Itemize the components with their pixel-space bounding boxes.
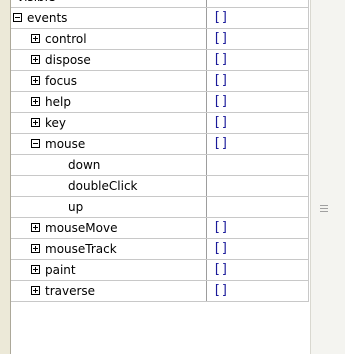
property-name-label: events [27, 11, 68, 25]
property-name-label: help [45, 95, 71, 109]
property-value-cell[interactable]: [] [207, 134, 309, 154]
property-name-cell[interactable]: doubleClick [11, 176, 207, 196]
property-name-cell[interactable]: events [11, 8, 207, 28]
property-row-focus[interactable]: focus [] [11, 71, 309, 92]
property-name-cell[interactable]: up [11, 197, 207, 217]
property-name-label: control [45, 32, 87, 46]
collapse-minus-icon[interactable] [31, 139, 40, 148]
property-row-paint[interactable]: paint [] [11, 260, 309, 281]
property-name-label: mouse [45, 137, 86, 151]
property-name-label: visible [17, 0, 55, 7]
expand-plus-icon[interactable] [31, 34, 40, 43]
property-row-traverse[interactable]: traverse [] [11, 281, 309, 302]
property-row-up[interactable]: up [11, 197, 309, 218]
property-row-mouse[interactable]: mouse [] [11, 134, 309, 155]
property-name-cell[interactable]: mouseMove [11, 218, 207, 238]
expand-plus-icon[interactable] [31, 265, 40, 274]
property-name-cell[interactable]: focus [11, 71, 207, 91]
property-name-label: doubleClick [68, 179, 138, 193]
property-row-key[interactable]: key [] [11, 113, 309, 134]
property-name-cell[interactable]: paint [11, 260, 207, 280]
property-name-label: key [45, 116, 67, 130]
property-value-cell[interactable] [207, 176, 309, 196]
property-row-mousetrack[interactable]: mouseTrack [] [11, 239, 309, 260]
expand-plus-icon[interactable] [31, 244, 40, 253]
property-value-cell[interactable]: [] [207, 50, 309, 70]
property-value-cell[interactable] [207, 155, 309, 175]
expand-plus-icon[interactable] [31, 223, 40, 232]
expand-plus-icon[interactable] [31, 118, 40, 127]
property-value-cell[interactable]: [] [207, 218, 309, 238]
expand-plus-icon[interactable] [31, 286, 40, 295]
property-value-cell[interactable]: [] [207, 71, 309, 91]
scrollbar-grip-icon[interactable] [320, 205, 328, 214]
property-name-label: dispose [45, 53, 91, 67]
property-name-cell[interactable]: control [11, 29, 207, 49]
property-row-control[interactable]: control [] [11, 29, 309, 50]
property-name-cell[interactable]: help [11, 92, 207, 112]
property-name-cell[interactable]: mouse [11, 134, 207, 154]
property-value-cell[interactable]: [] [207, 260, 309, 280]
property-name-label: traverse [45, 284, 96, 298]
property-name-label: up [68, 200, 84, 214]
property-row-events[interactable]: events [] [11, 8, 309, 29]
property-value-cell[interactable]: [] [207, 92, 309, 112]
expand-plus-icon[interactable] [31, 55, 40, 64]
property-value-cell[interactable]: [] [207, 239, 309, 259]
property-value-cell[interactable]: true [207, 0, 309, 7]
property-name-label: paint [45, 263, 76, 277]
vertical-scrollbar[interactable] [310, 0, 345, 354]
property-name-label: focus [45, 74, 78, 88]
property-value-cell[interactable]: [] [207, 8, 309, 28]
collapse-minus-icon[interactable] [13, 13, 22, 22]
property-row-doubleclick[interactable]: doubleClick [11, 176, 309, 197]
property-name-label: mouseMove [45, 221, 118, 235]
property-row-dispose[interactable]: dispose [] [11, 50, 309, 71]
property-name-cell[interactable]: down [11, 155, 207, 175]
property-name-label: mouseTrack [45, 242, 117, 256]
property-row-mousemove[interactable]: mouseMove [] [11, 218, 309, 239]
property-name-cell[interactable]: key [11, 113, 207, 133]
window-frame-edge [0, 0, 11, 354]
property-name-cell[interactable]: mouseTrack [11, 239, 207, 259]
property-value-cell[interactable] [207, 197, 309, 217]
property-row-help[interactable]: help [] [11, 92, 309, 113]
property-value-cell[interactable]: [] [207, 113, 309, 133]
expand-plus-icon[interactable] [31, 97, 40, 106]
expand-plus-icon[interactable] [31, 76, 40, 85]
property-sheet: visibletrueevents[]control[]dispose[]foc… [11, 0, 309, 354]
property-name-cell[interactable]: visible [11, 0, 207, 7]
property-name-cell[interactable]: traverse [11, 281, 207, 301]
property-value-cell[interactable]: [] [207, 29, 309, 49]
property-row-down[interactable]: down [11, 155, 309, 176]
property-value-cell[interactable]: [] [207, 281, 309, 301]
property-name-label: down [68, 158, 101, 172]
property-row-visible[interactable]: visible true [11, 0, 309, 8]
property-name-cell[interactable]: dispose [11, 50, 207, 70]
